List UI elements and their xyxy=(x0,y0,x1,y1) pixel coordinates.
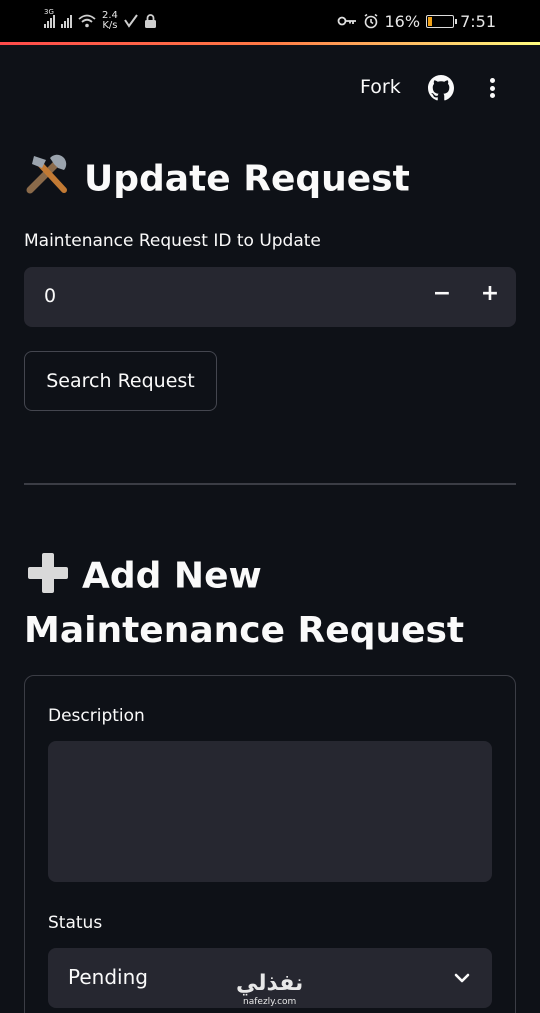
key-icon xyxy=(337,16,356,26)
status-select-value[interactable]: Pending xyxy=(68,965,148,989)
search-request-button[interactable]: Search Request xyxy=(24,351,217,411)
network-speed: 2.4 K/s xyxy=(102,10,118,31)
lock-icon xyxy=(144,14,156,28)
status-bar-left: 3G 2.4 K/s xyxy=(44,8,157,34)
battery-level xyxy=(428,16,432,26)
fork-button[interactable]: Fork xyxy=(360,76,401,98)
request-id-value[interactable]: 0 xyxy=(44,285,56,307)
update-request-title: Update Request xyxy=(84,158,410,200)
description-textarea[interactable] xyxy=(48,741,492,882)
request-id-label: Maintenance Request ID to Update xyxy=(24,231,321,251)
status-bar: 3G 2.4 K/s 16% 7:51 xyxy=(0,0,540,42)
clock: 7:51 xyxy=(460,11,496,31)
chevron-down-icon[interactable] xyxy=(452,968,472,988)
signal-check-icon xyxy=(124,14,138,28)
battery-percent: 16% xyxy=(384,11,421,31)
status-label: Status xyxy=(48,913,103,933)
plus-emoji-icon xyxy=(24,550,72,605)
status-bar-right: 16% 7:51 xyxy=(337,8,496,34)
battery-icon xyxy=(426,14,458,28)
description-label: Description xyxy=(48,706,145,726)
alarm-icon xyxy=(364,13,377,29)
top-decoration xyxy=(0,42,540,45)
wifi-icon xyxy=(78,14,96,28)
add-request-heading: Add New Maintenance Request xyxy=(24,550,524,657)
update-request-heading: Update Request xyxy=(24,150,410,211)
cell-signal-icon: 3G xyxy=(44,8,55,28)
section-divider xyxy=(24,483,516,485)
add-request-title: Add New Maintenance Request xyxy=(24,555,465,652)
more-vertical-icon[interactable] xyxy=(480,74,504,102)
github-icon[interactable] xyxy=(428,75,454,101)
nafezly-watermark: نفذلي nafezly.com xyxy=(236,971,304,1008)
tools-icon xyxy=(24,150,74,211)
cell-signal-2-icon xyxy=(61,14,72,28)
increment-button[interactable]: + xyxy=(478,281,502,313)
request-id-input[interactable]: 0 − + xyxy=(24,267,516,327)
decrement-button[interactable]: − xyxy=(430,281,454,313)
